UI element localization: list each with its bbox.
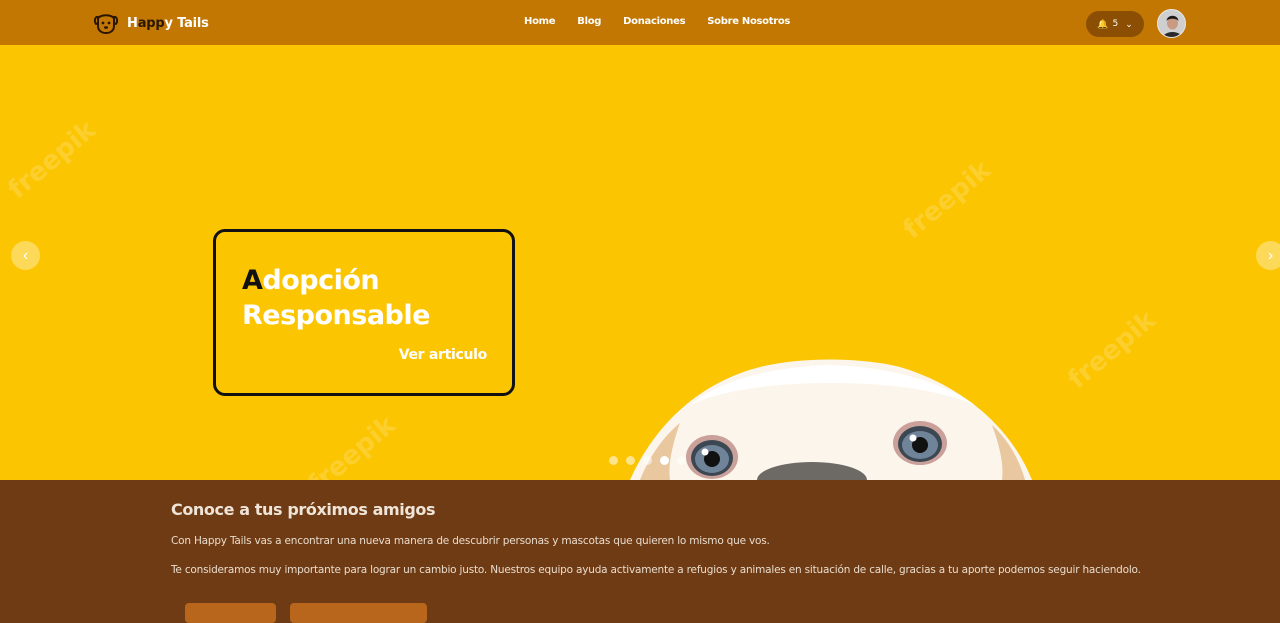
nav-link-sobre-nosotros[interactable]: Sobre Nosotros xyxy=(707,16,790,27)
hero-title: Adopción Responsable xyxy=(242,263,502,333)
about-title: Conoce a tus próximos amigos xyxy=(171,500,436,519)
hero-article-card: Adopción Responsable Ver articulo xyxy=(213,229,515,396)
about-section: Conoce a tus próximos amigos Con Happy T… xyxy=(0,480,1280,623)
carousel-dot[interactable] xyxy=(609,456,618,465)
about-paragraph-1: Con Happy Tails vas a encontrar una nuev… xyxy=(171,535,770,547)
about-action-button-1[interactable] xyxy=(185,603,276,623)
carousel-next-button[interactable]: › xyxy=(1256,241,1280,270)
avatar-image xyxy=(1158,10,1185,37)
carousel-dot[interactable] xyxy=(626,456,635,465)
hero-title-line1: dopción xyxy=(262,265,380,296)
bell-icon: 🔔 xyxy=(1097,18,1109,29)
hero-carousel: freepik freepik freepik freepik Adopción… xyxy=(0,45,1280,480)
main-nav: Home Blog Donaciones Sobre Nosotros xyxy=(524,16,812,27)
hero-dog-image xyxy=(0,45,1280,480)
navbar: Happy Tails Home Blog Donaciones Sobre N… xyxy=(0,0,1280,45)
chevron-down-icon: ⌄ xyxy=(1125,18,1133,29)
nav-link-home[interactable]: Home xyxy=(524,16,556,27)
dog-face-icon xyxy=(93,14,119,35)
carousel-indicators xyxy=(609,456,686,465)
notifications-button[interactable]: 🔔 5 ⌄ xyxy=(1086,11,1144,37)
nav-link-blog[interactable]: Blog xyxy=(577,16,601,27)
carousel-dot-active[interactable] xyxy=(660,456,669,465)
brand-name: Happy Tails xyxy=(127,16,209,31)
notification-count: 5 xyxy=(1112,19,1119,29)
user-avatar[interactable] xyxy=(1157,9,1186,38)
brand[interactable]: Happy Tails xyxy=(93,11,209,35)
carousel-dot[interactable] xyxy=(677,456,686,465)
about-paragraph-2: Te consideramos muy importante para logr… xyxy=(171,564,1141,576)
chevron-left-icon: ‹ xyxy=(22,246,29,264)
about-action-button-2[interactable] xyxy=(290,603,427,623)
brand-name-middle: app xyxy=(137,15,165,31)
view-article-link[interactable]: Ver articulo xyxy=(399,347,488,363)
carousel-dot[interactable] xyxy=(643,456,652,465)
hero-title-first-letter: A xyxy=(242,265,263,296)
chevron-right-icon: › xyxy=(1267,246,1274,264)
nav-link-donaciones[interactable]: Donaciones xyxy=(623,16,685,27)
hero-title-line2: Responsable xyxy=(242,300,430,331)
carousel-prev-button[interactable]: ‹ xyxy=(11,241,40,270)
brand-name-first: H xyxy=(127,15,138,31)
brand-name-last: y Tails xyxy=(164,15,209,31)
